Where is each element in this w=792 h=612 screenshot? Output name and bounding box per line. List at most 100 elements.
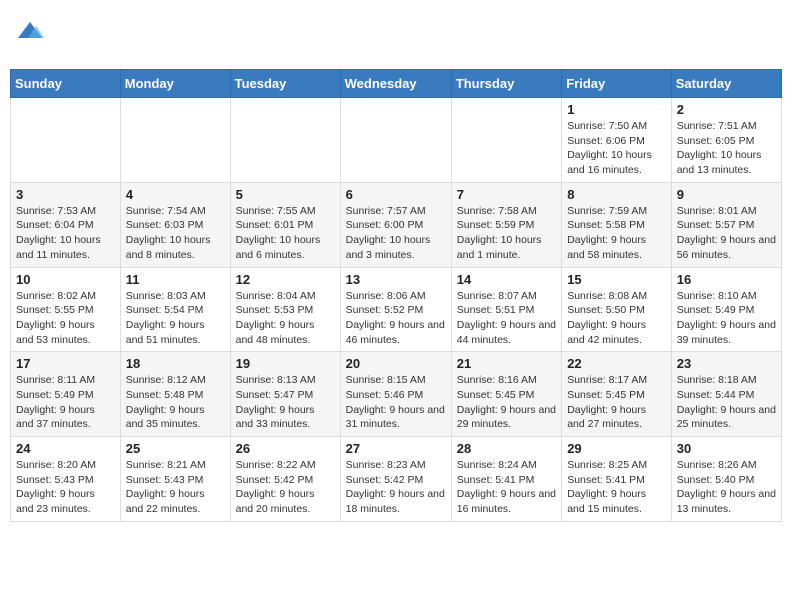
weekday-header-thursday: Thursday [451,70,561,98]
day-info: Sunrise: 8:04 AM Sunset: 5:53 PM Dayligh… [236,289,335,348]
calendar-cell: 15 Sunrise: 8:08 AM Sunset: 5:50 PM Dayli… [562,267,672,352]
logo [14,18,44,51]
day-info: Sunrise: 8:21 AM Sunset: 5:43 PM Dayligh… [126,458,225,517]
calendar-cell [230,98,340,183]
day-info: Sunrise: 7:58 AM Sunset: 5:59 PM Dayligh… [457,204,556,263]
day-number: 14 [457,272,556,287]
day-number: 11 [126,272,225,287]
day-info: Sunrise: 8:25 AM Sunset: 5:41 PM Dayligh… [567,458,666,517]
day-number: 16 [677,272,776,287]
calendar-cell: 24Sunrise: 8:20 AM Sunset: 5:43 PM Dayli… [11,437,121,522]
day-info: Sunrise: 8:13 AM Sunset: 5:47 PM Dayligh… [236,373,335,432]
day-info: Sunrise: 8:01 AM Sunset: 5:57 PM Dayligh… [677,204,776,263]
day-info: Sunrise: 8:02 AM Sunset: 5:55 PM Dayligh… [16,289,115,348]
calendar-cell: 1 Sunrise: 7:50 AM Sunset: 6:06 PM Daylig… [562,98,672,183]
calendar-cell: 7 Sunrise: 7:58 AM Sunset: 5:59 PM Daylig… [451,182,561,267]
calendar-week-row: 24Sunrise: 8:20 AM Sunset: 5:43 PM Dayli… [11,437,782,522]
day-number: 6 [346,187,446,202]
calendar-cell: 16 Sunrise: 8:10 AM Sunset: 5:49 PM Dayli… [671,267,781,352]
day-number: 29 [567,441,666,456]
day-info: Sunrise: 8:10 AM Sunset: 5:49 PM Dayligh… [677,289,776,348]
day-number: 8 [567,187,666,202]
calendar-cell: 29 Sunrise: 8:25 AM Sunset: 5:41 PM Dayli… [562,437,672,522]
calendar-cell: 18 Sunrise: 8:12 AM Sunset: 5:48 PM Dayli… [120,352,230,437]
day-info: Sunrise: 8:18 AM Sunset: 5:44 PM Dayligh… [677,373,776,432]
day-info: Sunrise: 8:16 AM Sunset: 5:45 PM Dayligh… [457,373,556,432]
weekday-header-saturday: Saturday [671,70,781,98]
calendar-week-row: 1 Sunrise: 7:50 AM Sunset: 6:06 PM Daylig… [11,98,782,183]
day-number: 9 [677,187,776,202]
calendar-table: SundayMondayTuesdayWednesdayThursdayFrid… [10,69,782,522]
day-number: 5 [236,187,335,202]
calendar-cell: 17 Sunrise: 8:11 AM Sunset: 5:49 PM Dayli… [11,352,121,437]
day-number: 23 [677,356,776,371]
day-number: 20 [346,356,446,371]
day-info: Sunrise: 7:54 AM Sunset: 6:03 PM Dayligh… [126,204,225,263]
day-info: Sunrise: 7:55 AM Sunset: 6:01 PM Dayligh… [236,204,335,263]
calendar-week-row: 3Sunrise: 7:53 AM Sunset: 6:04 PM Daylig… [11,182,782,267]
day-number: 19 [236,356,335,371]
day-info: Sunrise: 8:06 AM Sunset: 5:52 PM Dayligh… [346,289,446,348]
calendar-cell: 3Sunrise: 7:53 AM Sunset: 6:04 PM Daylig… [11,182,121,267]
day-number: 21 [457,356,556,371]
weekday-header-sunday: Sunday [11,70,121,98]
calendar-cell: 9 Sunrise: 8:01 AM Sunset: 5:57 PM Daylig… [671,182,781,267]
calendar-cell: 30 Sunrise: 8:26 AM Sunset: 5:40 PM Dayli… [671,437,781,522]
day-number: 3 [16,187,115,202]
calendar-cell: 8 Sunrise: 7:59 AM Sunset: 5:58 PM Daylig… [562,182,672,267]
header [10,10,782,59]
day-number: 25 [126,441,225,456]
calendar-cell: 20 Sunrise: 8:15 AM Sunset: 5:46 PM Dayli… [340,352,451,437]
day-number: 17 [16,356,115,371]
calendar-cell: 5 Sunrise: 7:55 AM Sunset: 6:01 PM Daylig… [230,182,340,267]
calendar-cell: 22Sunrise: 8:17 AM Sunset: 5:45 PM Dayli… [562,352,672,437]
day-info: Sunrise: 8:03 AM Sunset: 5:54 PM Dayligh… [126,289,225,348]
day-info: Sunrise: 8:15 AM Sunset: 5:46 PM Dayligh… [346,373,446,432]
day-number: 12 [236,272,335,287]
day-info: Sunrise: 8:07 AM Sunset: 5:51 PM Dayligh… [457,289,556,348]
day-number: 2 [677,102,776,117]
calendar-cell: 14 Sunrise: 8:07 AM Sunset: 5:51 PM Dayli… [451,267,561,352]
weekday-header-monday: Monday [120,70,230,98]
calendar-cell: 23 Sunrise: 8:18 AM Sunset: 5:44 PM Dayli… [671,352,781,437]
calendar-cell: 11 Sunrise: 8:03 AM Sunset: 5:54 PM Dayli… [120,267,230,352]
day-number: 27 [346,441,446,456]
day-info: Sunrise: 8:08 AM Sunset: 5:50 PM Dayligh… [567,289,666,348]
calendar-header-row: SundayMondayTuesdayWednesdayThursdayFrid… [11,70,782,98]
day-number: 1 [567,102,666,117]
day-info: Sunrise: 8:24 AM Sunset: 5:41 PM Dayligh… [457,458,556,517]
logo-icon [16,18,44,46]
day-number: 7 [457,187,556,202]
day-number: 24 [16,441,115,456]
calendar-cell: 21 Sunrise: 8:16 AM Sunset: 5:45 PM Dayli… [451,352,561,437]
calendar-cell: 28Sunrise: 8:24 AM Sunset: 5:41 PM Dayli… [451,437,561,522]
calendar-cell: 6Sunrise: 7:57 AM Sunset: 6:00 PM Daylig… [340,182,451,267]
day-info: Sunrise: 7:50 AM Sunset: 6:06 PM Dayligh… [567,119,666,178]
calendar-cell [11,98,121,183]
day-number: 15 [567,272,666,287]
calendar-week-row: 17 Sunrise: 8:11 AM Sunset: 5:49 PM Dayli… [11,352,782,437]
day-number: 22 [567,356,666,371]
day-info: Sunrise: 8:22 AM Sunset: 5:42 PM Dayligh… [236,458,335,517]
calendar-cell: 4Sunrise: 7:54 AM Sunset: 6:03 PM Daylig… [120,182,230,267]
weekday-header-tuesday: Tuesday [230,70,340,98]
day-info: Sunrise: 8:11 AM Sunset: 5:49 PM Dayligh… [16,373,115,432]
calendar-cell: 12 Sunrise: 8:04 AM Sunset: 5:53 PM Dayli… [230,267,340,352]
day-number: 30 [677,441,776,456]
day-number: 13 [346,272,446,287]
calendar-cell [340,98,451,183]
day-info: Sunrise: 8:26 AM Sunset: 5:40 PM Dayligh… [677,458,776,517]
calendar-cell: 26 Sunrise: 8:22 AM Sunset: 5:42 PM Dayli… [230,437,340,522]
calendar-week-row: 10 Sunrise: 8:02 AM Sunset: 5:55 PM Dayli… [11,267,782,352]
calendar-cell: 19 Sunrise: 8:13 AM Sunset: 5:47 PM Dayli… [230,352,340,437]
day-info: Sunrise: 8:12 AM Sunset: 5:48 PM Dayligh… [126,373,225,432]
calendar-cell [120,98,230,183]
day-number: 10 [16,272,115,287]
calendar-cell: 10 Sunrise: 8:02 AM Sunset: 5:55 PM Dayli… [11,267,121,352]
day-number: 18 [126,356,225,371]
weekday-header-wednesday: Wednesday [340,70,451,98]
weekday-header-friday: Friday [562,70,672,98]
day-number: 26 [236,441,335,456]
day-info: Sunrise: 7:59 AM Sunset: 5:58 PM Dayligh… [567,204,666,263]
calendar-cell: 13 Sunrise: 8:06 AM Sunset: 5:52 PM Dayli… [340,267,451,352]
